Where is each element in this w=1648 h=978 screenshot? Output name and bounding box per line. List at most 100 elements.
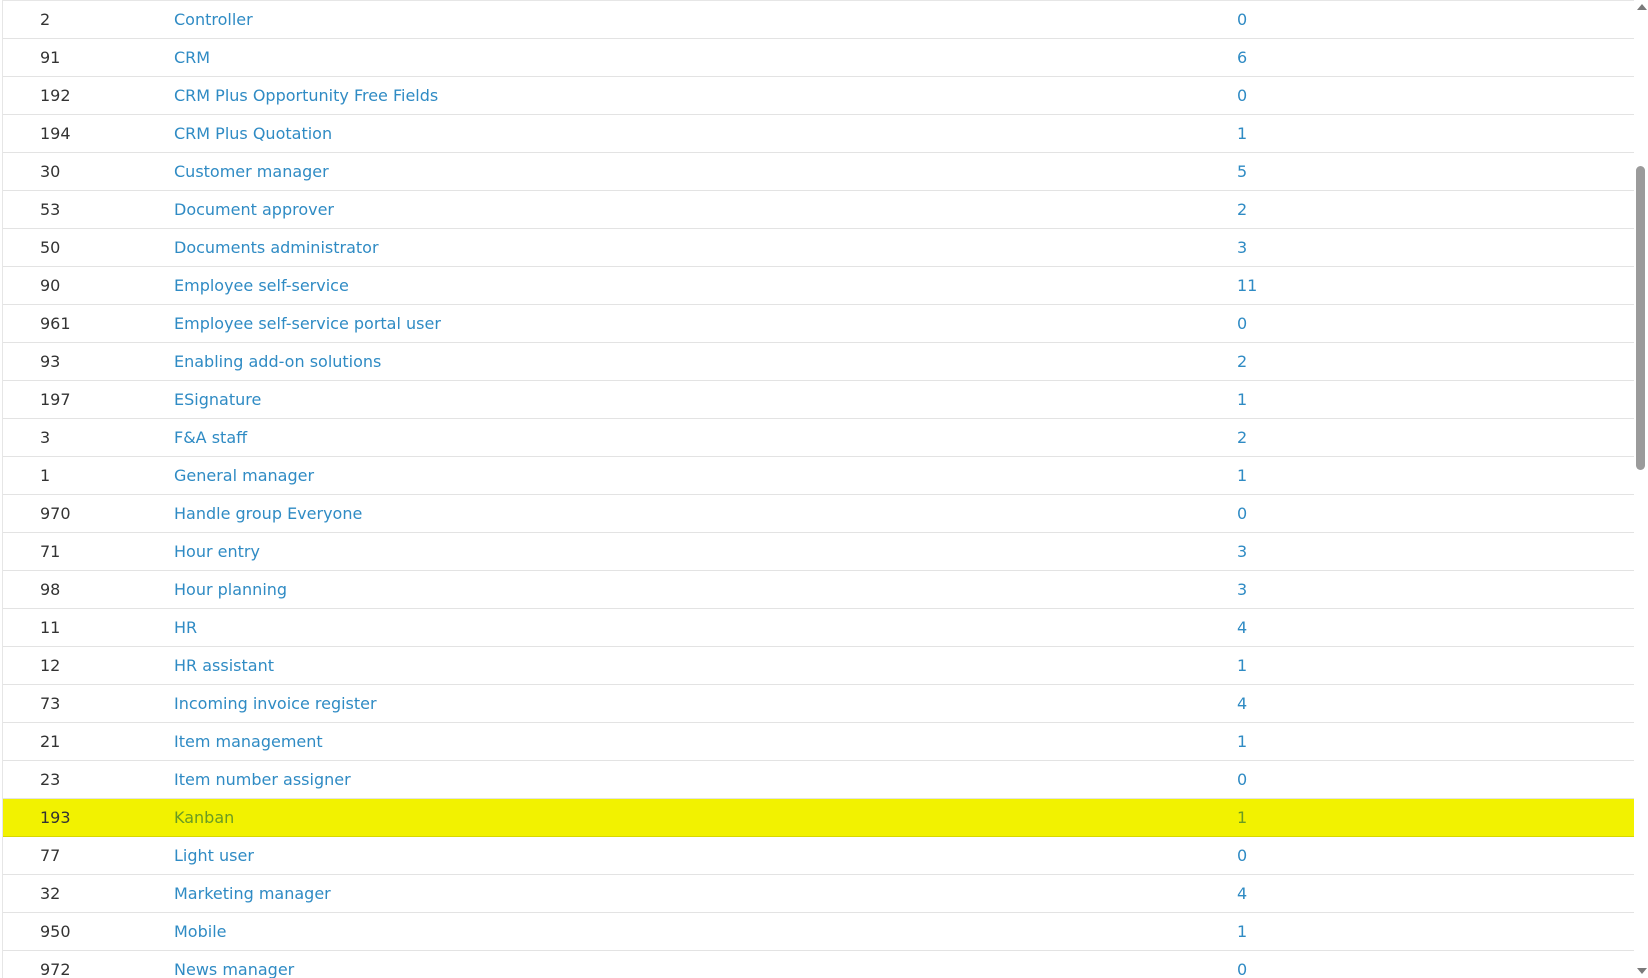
table-row[interactable]: 192 CRM Plus Opportunity Free Fields 0 [3, 77, 1634, 115]
row-count-link[interactable]: 11 [1237, 267, 1257, 304]
row-id: 71 [40, 542, 61, 561]
row-count-link[interactable]: 1 [1237, 723, 1247, 760]
scroll-down-arrow-icon[interactable] [1637, 968, 1647, 974]
table-row[interactable]: 1 General manager 1 [3, 457, 1634, 495]
row-name-link[interactable]: Customer manager [174, 153, 329, 190]
table-row[interactable]: 90 Employee self-service 11 [3, 267, 1634, 305]
row-name-link[interactable]: Employee self-service [174, 267, 349, 304]
row-name-link[interactable]: Document approver [174, 191, 334, 228]
row-id: 192 [40, 86, 71, 105]
row-name-link[interactable]: News manager [174, 951, 294, 978]
row-id: 93 [40, 352, 61, 371]
table-row[interactable]: 3 F&A staff 2 [3, 419, 1634, 457]
table-row[interactable]: 21 Item management 1 [3, 723, 1634, 761]
row-id: 50 [40, 238, 61, 257]
table-row[interactable]: 12 HR assistant 1 [3, 647, 1634, 685]
row-name-link[interactable]: CRM [174, 39, 210, 76]
row-name-link[interactable]: HR [174, 609, 197, 646]
table-row[interactable]: 11 HR 4 [3, 609, 1634, 647]
row-count-link[interactable]: 2 [1237, 343, 1247, 380]
row-count-link[interactable]: 3 [1237, 571, 1247, 608]
row-id: 11 [40, 618, 61, 637]
row-id: 23 [40, 770, 61, 789]
row-id: 21 [40, 732, 61, 751]
row-count-link[interactable]: 1 [1237, 799, 1247, 836]
row-id: 972 [40, 960, 71, 978]
row-count-link[interactable]: 1 [1237, 381, 1247, 418]
row-name-link[interactable]: CRM Plus Opportunity Free Fields [174, 77, 438, 114]
row-name-link[interactable]: Controller [174, 1, 253, 38]
row-name-link[interactable]: Handle group Everyone [174, 495, 362, 532]
row-count-link[interactable]: 4 [1237, 685, 1247, 722]
table-row[interactable]: 961 Employee self-service portal user 0 [3, 305, 1634, 343]
row-name-link[interactable]: Light user [174, 837, 254, 874]
row-name-link[interactable]: Hour entry [174, 533, 260, 570]
row-count-link[interactable]: 1 [1237, 457, 1247, 494]
row-count-link[interactable]: 1 [1237, 913, 1247, 950]
row-count-link[interactable]: 0 [1237, 951, 1247, 978]
table-row[interactable]: 2 Controller 0 [3, 1, 1634, 39]
table-row[interactable]: 93 Enabling add-on solutions 2 [3, 343, 1634, 381]
row-name-link[interactable]: Mobile [174, 913, 226, 950]
table-row[interactable]: 71 Hour entry 3 [3, 533, 1634, 571]
row-id: 77 [40, 846, 61, 865]
table-row[interactable]: 972 News manager 0 [3, 951, 1634, 978]
row-name-link[interactable]: ESignature [174, 381, 261, 418]
row-name-link[interactable]: Marketing manager [174, 875, 331, 912]
row-id: 193 [40, 808, 71, 827]
table-row[interactable]: 23 Item number assigner 0 [3, 761, 1634, 799]
row-name-link[interactable]: F&A staff [174, 419, 247, 456]
row-id: 970 [40, 504, 71, 523]
row-count-link[interactable]: 0 [1237, 837, 1247, 874]
row-name-link[interactable]: Documents administrator [174, 229, 379, 266]
row-count-link[interactable]: 1 [1237, 647, 1247, 684]
table-row[interactable]: 98 Hour planning 3 [3, 571, 1634, 609]
row-id: 2 [40, 10, 51, 29]
row-id: 1 [40, 466, 51, 485]
row-count-link[interactable]: 0 [1237, 761, 1247, 798]
table-row[interactable]: 30 Customer manager 5 [3, 153, 1634, 191]
row-name-link[interactable]: Incoming invoice register [174, 685, 377, 722]
row-count-link[interactable]: 1 [1237, 115, 1247, 152]
table-row[interactable]: 73 Incoming invoice register 4 [3, 685, 1634, 723]
row-id: 961 [40, 314, 71, 333]
row-count-link[interactable]: 2 [1237, 419, 1247, 456]
table-row[interactable]: 50 Documents administrator 3 [3, 229, 1634, 267]
row-name-link[interactable]: Item management [174, 723, 323, 760]
row-name-link[interactable]: Enabling add-on solutions [174, 343, 381, 380]
row-count-link[interactable]: 0 [1237, 305, 1247, 342]
row-name-link[interactable]: Employee self-service portal user [174, 305, 441, 342]
row-name-link[interactable]: Kanban [174, 799, 234, 836]
row-count-link[interactable]: 3 [1237, 229, 1247, 266]
table-row[interactable]: 32 Marketing manager 4 [3, 875, 1634, 913]
row-count-link[interactable]: 5 [1237, 153, 1247, 190]
row-name-link[interactable]: HR assistant [174, 647, 274, 684]
table-row[interactable]: 950 Mobile 1 [3, 913, 1634, 951]
vertical-scrollbar[interactable] [1634, 0, 1648, 978]
table-row-highlighted[interactable]: 193 Kanban 1 [3, 799, 1634, 837]
scroll-thumb[interactable] [1636, 166, 1645, 470]
scroll-up-arrow-icon[interactable] [1637, 4, 1647, 10]
roles-table-viewport: 2 Controller 0 91 CRM 6 192 CRM Plus Opportunit… [0, 0, 1648, 978]
row-id: 197 [40, 390, 71, 409]
row-count-link[interactable]: 3 [1237, 533, 1247, 570]
row-name-link[interactable]: CRM Plus Quotation [174, 115, 332, 152]
row-count-link[interactable]: 0 [1237, 77, 1247, 114]
table-row[interactable]: 91 CRM 6 [3, 39, 1634, 77]
row-count-link[interactable]: 0 [1237, 495, 1247, 532]
row-name-link[interactable]: Hour planning [174, 571, 287, 608]
row-count-link[interactable]: 4 [1237, 875, 1247, 912]
row-count-link[interactable]: 4 [1237, 609, 1247, 646]
table-row[interactable]: 53 Document approver 2 [3, 191, 1634, 229]
row-id: 950 [40, 922, 71, 941]
row-name-link[interactable]: Item number assigner [174, 761, 351, 798]
table-row[interactable]: 194 CRM Plus Quotation 1 [3, 115, 1634, 153]
row-name-link[interactable]: General manager [174, 457, 314, 494]
table-row[interactable]: 970 Handle group Everyone 0 [3, 495, 1634, 533]
row-count-link[interactable]: 6 [1237, 39, 1247, 76]
row-id: 12 [40, 656, 61, 675]
table-row[interactable]: 197 ESignature 1 [3, 381, 1634, 419]
table-row[interactable]: 77 Light user 0 [3, 837, 1634, 875]
row-count-link[interactable]: 2 [1237, 191, 1247, 228]
row-count-link[interactable]: 0 [1237, 1, 1247, 38]
